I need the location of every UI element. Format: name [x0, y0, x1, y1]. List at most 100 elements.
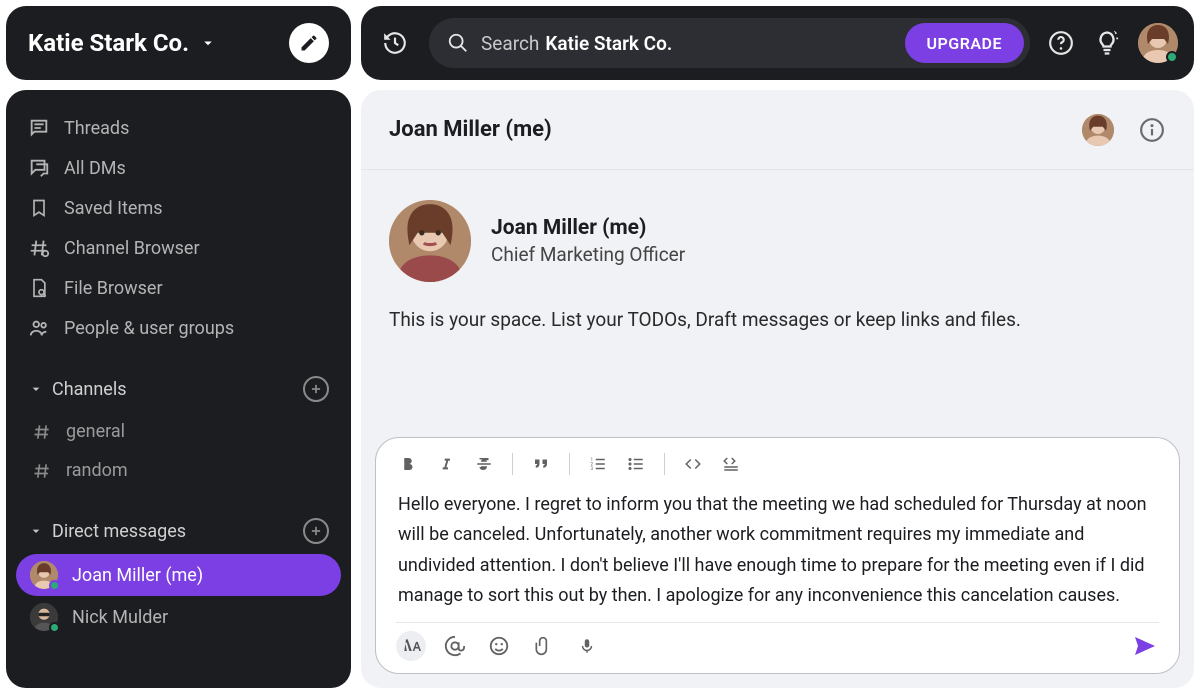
nav-label: Threads: [64, 118, 129, 139]
plus-icon: [309, 382, 323, 396]
presence-indicator: [1166, 51, 1178, 63]
search-bar[interactable]: Search Katie Stark Co. UPGRADE: [429, 18, 1030, 68]
quote-button[interactable]: [529, 452, 553, 476]
nav-label: Saved Items: [64, 198, 163, 219]
chevron-down-icon: [199, 34, 217, 52]
chevron-down-icon: [28, 381, 44, 397]
hash-icon: [32, 461, 52, 481]
search-icon: [447, 32, 469, 54]
channel-random[interactable]: random: [16, 451, 341, 490]
member-avatar[interactable]: [1082, 114, 1114, 146]
channel-info-button[interactable]: [1138, 116, 1166, 144]
nav-label: People & user groups: [64, 318, 234, 339]
formatting-toggle[interactable]: [396, 631, 426, 661]
search-placeholder: Search Katie Stark Co.: [481, 32, 672, 55]
nav-label: File Browser: [64, 278, 163, 299]
message-composer: 123 Hello everyone. I regret to inform y…: [375, 437, 1180, 674]
italic-button[interactable]: [434, 452, 458, 476]
italic-icon: [438, 455, 454, 473]
code-block-icon: [720, 455, 742, 473]
channel-general[interactable]: general: [16, 412, 341, 451]
sidebar-item-people[interactable]: People & user groups: [16, 308, 341, 348]
workspace-switcher[interactable]: Katie Stark Co.: [28, 29, 217, 57]
avatar: [30, 561, 58, 589]
dms-icon: [28, 157, 50, 179]
history-icon: [382, 30, 408, 56]
at-icon: [444, 635, 466, 657]
separator: [569, 453, 570, 475]
sidebar-item-file-browser[interactable]: File Browser: [16, 268, 341, 308]
channel-label: random: [66, 460, 128, 481]
intro-role: Chief Marketing Officer: [491, 243, 685, 266]
channel-header-actions: [1082, 114, 1166, 146]
audio-button[interactable]: [572, 631, 602, 661]
separator: [664, 453, 665, 475]
composer-area: 123 Hello everyone. I regret to inform y…: [361, 423, 1194, 688]
intro-description: This is your space. List your TODOs, Dra…: [389, 308, 1166, 331]
hash-icon: [32, 422, 52, 442]
dm-joan-miller[interactable]: Joan Miller (me): [16, 554, 341, 596]
bullet-list-icon: [626, 455, 646, 473]
ordered-list-button[interactable]: 123: [586, 452, 610, 476]
chevron-down-icon: [28, 523, 44, 539]
user-menu[interactable]: [1138, 23, 1178, 63]
code-icon: [682, 455, 704, 473]
dms-toggle[interactable]: Direct messages: [28, 521, 186, 542]
dms-section-header: Direct messages: [16, 508, 341, 554]
strike-button[interactable]: [472, 452, 496, 476]
bold-button[interactable]: [396, 452, 420, 476]
composer-actions: [396, 622, 1159, 661]
people-icon: [28, 317, 50, 339]
threads-icon: [28, 117, 50, 139]
attach-button[interactable]: [528, 631, 558, 661]
send-button[interactable]: [1131, 634, 1159, 658]
sidebar-item-saved[interactable]: Saved Items: [16, 188, 341, 228]
dm-nick-mulder[interactable]: Nick Mulder: [16, 596, 341, 638]
add-dm-button[interactable]: [303, 518, 329, 544]
history-button[interactable]: [377, 25, 413, 61]
sidebar-item-channel-browser[interactable]: Channel Browser: [16, 228, 341, 268]
whats-new-button[interactable]: [1092, 28, 1122, 58]
channels-toggle[interactable]: Channels: [28, 379, 127, 400]
plus-icon: [309, 524, 323, 538]
upgrade-button[interactable]: UPGRADE: [905, 23, 1024, 63]
presence-indicator: [49, 622, 60, 633]
dm-label: Nick Mulder: [72, 607, 168, 628]
emoji-icon: [488, 635, 510, 657]
message-input[interactable]: Hello everyone. I regret to inform you t…: [396, 486, 1159, 622]
separator: [512, 453, 513, 475]
bold-icon: [399, 455, 417, 473]
app-root: Katie Stark Co. Threads All DMs: [0, 0, 1200, 694]
help-button[interactable]: [1046, 28, 1076, 58]
help-icon: [1048, 30, 1074, 56]
channels-section-header: Channels: [16, 366, 341, 412]
send-icon: [1131, 634, 1159, 658]
add-channel-button[interactable]: [303, 376, 329, 402]
sidebar: Threads All DMs Saved Items Channel Brow…: [6, 90, 351, 688]
sidebar-item-all-dms[interactable]: All DMs: [16, 148, 341, 188]
lightbulb-icon: [1093, 29, 1121, 57]
avatar: [30, 603, 58, 631]
code-button[interactable]: [681, 452, 705, 476]
bullet-list-button[interactable]: [624, 452, 648, 476]
channels-label: Channels: [52, 379, 127, 400]
info-icon: [1139, 117, 1165, 143]
dms-label: Direct messages: [52, 521, 186, 542]
top-bar: Search Katie Stark Co. UPGRADE: [361, 6, 1194, 80]
pencil-icon: [299, 33, 319, 53]
sidebar-item-threads[interactable]: Threads: [16, 108, 341, 148]
channel-header: Joan Miller (me): [361, 90, 1194, 170]
emoji-button[interactable]: [484, 631, 514, 661]
strikethrough-icon: [474, 455, 494, 473]
search-scope: Katie Stark Co.: [545, 32, 672, 55]
presence-indicator: [49, 580, 60, 591]
search-prefix: Search: [481, 32, 539, 55]
mention-button[interactable]: [440, 631, 470, 661]
intro-name: Joan Miller (me): [491, 216, 685, 240]
text-format-icon: [401, 636, 421, 656]
file-browser-icon: [28, 277, 50, 299]
compose-button[interactable]: [289, 23, 329, 63]
nav-label: All DMs: [64, 158, 126, 179]
bookmark-icon: [28, 197, 50, 219]
code-block-button[interactable]: [719, 452, 743, 476]
